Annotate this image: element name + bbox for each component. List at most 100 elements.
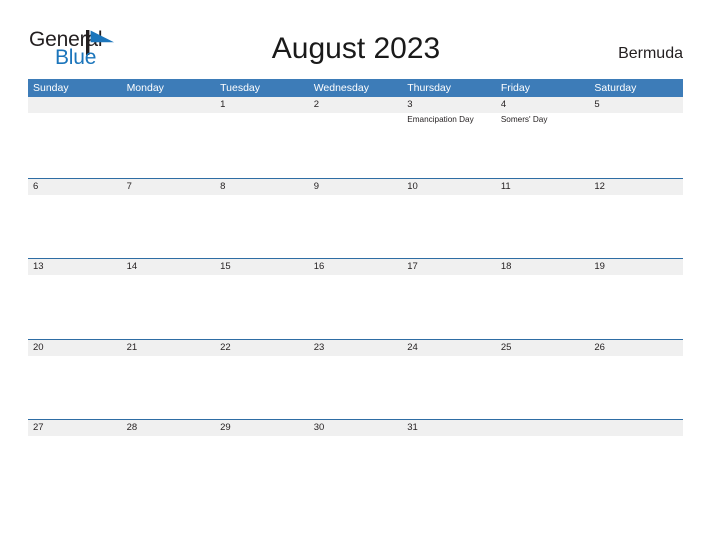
day-number-25[interactable]: 25 — [496, 340, 590, 356]
day-event-band: Emancipation Day Somers' Day — [28, 113, 683, 176]
calendar-week-row: 27 28 29 30 31 — [28, 419, 683, 500]
weekday-header-thursday: Thursday — [407, 82, 452, 94]
calendar-weeks: 1 2 3 4 5 Emancipation Day Somers' Day 6 7 8 9 10 11… — [28, 97, 683, 500]
day-number-band: 20 21 22 23 24 25 26 — [28, 339, 683, 356]
day-number-19[interactable]: 19 — [589, 259, 683, 275]
day-event-band — [28, 356, 683, 419]
day-events-empty — [402, 195, 496, 258]
day-events-empty — [215, 195, 309, 258]
weekday-header-wednesday: Wednesday — [313, 82, 369, 94]
day-number-13[interactable]: 13 — [28, 259, 122, 275]
day-events-empty — [122, 275, 216, 338]
day-events-empty — [496, 195, 590, 258]
day-events-empty — [309, 113, 403, 176]
day-events-empty — [28, 356, 122, 419]
day-events-empty — [589, 356, 683, 419]
day-events-empty — [215, 356, 309, 419]
day-events-empty — [402, 356, 496, 419]
day-events-empty — [215, 113, 309, 176]
calendar-week-row: 6 7 8 9 10 11 12 — [28, 177, 683, 259]
day-number-band: 6 7 8 9 10 11 12 — [28, 178, 683, 195]
day-number-4[interactable]: 4 — [496, 97, 590, 113]
day-number-band: 13 14 15 16 17 18 19 — [28, 259, 683, 275]
day-event-band — [28, 195, 683, 258]
day-number-23[interactable]: 23 — [309, 340, 403, 356]
day-events-empty — [589, 113, 683, 176]
weekday-header-row: Sunday Monday Tuesday Wednesday Thursday Frid… — [28, 79, 683, 97]
day-event-band — [28, 436, 683, 499]
day-events-4[interactable]: Somers' Day — [496, 113, 590, 176]
day-number-10[interactable]: 10 — [402, 179, 496, 195]
day-number-5[interactable]: 5 — [589, 97, 683, 113]
day-events-empty — [28, 113, 122, 176]
day-events-empty — [402, 436, 496, 499]
day-number-7[interactable]: 7 — [122, 179, 216, 195]
day-number-17[interactable]: 17 — [402, 259, 496, 275]
day-number-band: 12345 — [28, 97, 683, 113]
day-events-empty — [496, 436, 590, 499]
day-events-empty — [122, 113, 216, 176]
day-number-empty — [496, 420, 590, 436]
day-events-empty — [122, 195, 216, 258]
day-events-empty — [589, 195, 683, 258]
day-number-band: 27 28 29 30 31 — [28, 420, 683, 436]
day-events-empty — [402, 275, 496, 338]
day-events-empty — [589, 275, 683, 338]
day-number-31[interactable]: 31 — [402, 420, 496, 436]
day-events-empty — [309, 356, 403, 419]
day-number-26[interactable]: 26 — [589, 340, 683, 356]
day-number-11[interactable]: 11 — [496, 179, 590, 195]
day-number-8[interactable]: 8 — [215, 179, 309, 195]
region-label: Bermuda — [618, 45, 683, 62]
day-number-29[interactable]: 29 — [215, 420, 309, 436]
calendar-week-row: 1 2 3 4 5 Emancipation Day Somers' Day — [28, 97, 683, 178]
holiday-label: Somers' Day — [500, 115, 548, 124]
day-number-27[interactable]: 27 — [28, 420, 122, 436]
holiday-label: Emancipation Day — [407, 115, 474, 124]
day-events-empty — [309, 436, 403, 499]
day-number-20[interactable]: 20 — [28, 340, 122, 356]
day-event-band — [28, 275, 683, 338]
day-number-22[interactable]: 22 — [215, 340, 309, 356]
day-number-24[interactable]: 24 — [402, 340, 496, 356]
day-events-empty — [122, 356, 216, 419]
day-number-18[interactable]: 18 — [496, 259, 590, 275]
day-events-empty — [309, 275, 403, 338]
day-events-empty — [122, 436, 216, 499]
day-events-empty — [28, 436, 122, 499]
day-events-empty — [215, 436, 309, 499]
day-number-1[interactable]: 1 — [215, 97, 309, 113]
day-events-empty — [215, 275, 309, 338]
weekday-header-tuesday: Tuesday — [220, 82, 261, 94]
day-number-12[interactable]: 12 — [589, 179, 683, 195]
calendar-grid: Sunday Monday Tuesday Wednesday Thursday Frid… — [28, 79, 683, 500]
page-header: General Blue August 2023 Bermuda — [0, 0, 712, 76]
weekday-header-monday: Monday — [126, 82, 164, 94]
day-number-empty — [28, 97, 122, 113]
weekday-header-friday: Friday — [500, 82, 530, 94]
day-number-15[interactable]: 15 — [215, 259, 309, 275]
day-events-empty — [28, 275, 122, 338]
day-number-14[interactable]: 14 — [122, 259, 216, 275]
day-events-empty — [28, 195, 122, 258]
day-number-28[interactable]: 28 — [122, 420, 216, 436]
day-number-21[interactable]: 21 — [122, 340, 216, 356]
day-events-empty — [309, 195, 403, 258]
day-number-empty — [589, 420, 683, 436]
day-number-3[interactable]: 3 — [402, 97, 496, 113]
day-number-30[interactable]: 30 — [309, 420, 403, 436]
day-number-9[interactable]: 9 — [309, 179, 403, 195]
day-number-empty — [122, 97, 216, 113]
day-number-2[interactable]: 2 — [309, 97, 403, 113]
day-events-empty — [589, 436, 683, 499]
page-title: August 2023 — [271, 32, 441, 65]
weekday-header-saturday: Saturday — [594, 82, 637, 94]
day-events-empty — [496, 275, 590, 338]
calendar-week-row: 13 14 15 16 17 18 19 — [28, 258, 683, 339]
day-number-6[interactable]: 6 — [28, 179, 122, 195]
calendar-week-row: 20 21 22 23 24 25 26 — [28, 338, 683, 420]
day-number-16[interactable]: 16 — [309, 259, 403, 275]
weekday-header-sunday: Sunday — [33, 82, 69, 94]
day-events-3[interactable]: Emancipation Day — [402, 113, 496, 176]
day-events-empty — [496, 356, 590, 419]
